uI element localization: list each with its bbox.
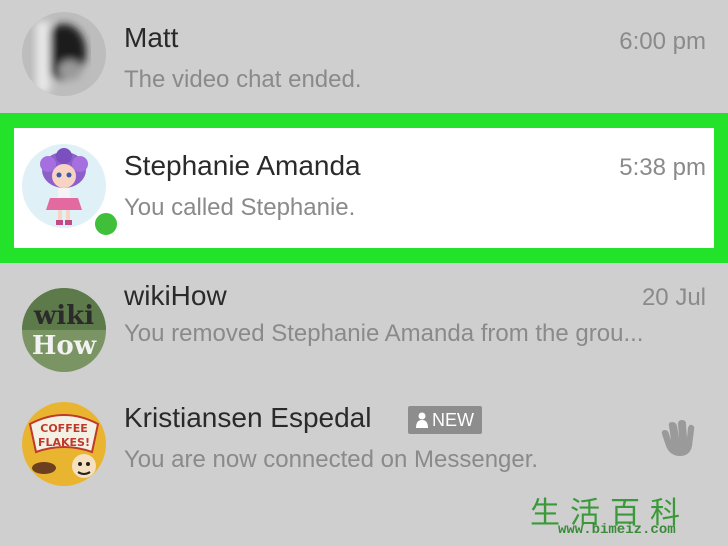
- contact-name: Stephanie Amanda: [124, 150, 361, 181]
- contact-name: wikiHow: [124, 280, 227, 311]
- message-preview: You called Stephanie.: [124, 194, 356, 221]
- wikihow-logo-wiki: wiki: [33, 301, 94, 331]
- timestamp: 6:00 pm: [619, 28, 706, 55]
- conversation-list: Matt The video chat ended. 6:00 pm Steph…: [0, 0, 728, 546]
- avatar: [22, 12, 106, 96]
- watermark-url: www.bimeiz.com: [558, 522, 676, 538]
- new-contact-badge: NEW: [408, 406, 482, 434]
- conversation-row-wikihow[interactable]: wiki How wikiHow You removed Stephanie A…: [0, 258, 728, 386]
- avatar: COFFEE FLAKES!: [22, 402, 106, 486]
- online-status-indicator: [92, 210, 120, 238]
- timestamp: 5:38 pm: [619, 154, 706, 181]
- conversation-row-matt[interactable]: Matt The video chat ended. 6:00 pm: [0, 0, 728, 116]
- badge-label: NEW: [432, 410, 474, 430]
- wave-hand-icon[interactable]: [656, 416, 700, 460]
- coffee-flakes-avatar-icon: COFFEE FLAKES!: [22, 402, 106, 486]
- blurred-person-avatar-icon: [22, 12, 106, 96]
- contact-name: Matt: [124, 22, 179, 53]
- avatar: wiki How: [22, 288, 106, 372]
- wikihow-logo-avatar-icon: wiki How: [22, 288, 106, 372]
- wikihow-logo-how: How: [32, 331, 97, 361]
- contact-name: Kristiansen Espedal: [124, 402, 372, 433]
- svg-text:COFFEE: COFFEE: [40, 422, 87, 435]
- svg-text:FLAKES!: FLAKES!: [38, 436, 90, 449]
- timestamp: 20 Jul: [641, 284, 706, 311]
- person-icon: [416, 412, 428, 428]
- message-preview: The video chat ended.: [124, 66, 362, 93]
- conversation-row-stephanie-amanda[interactable]: Stephanie Amanda You called Stephanie. 5…: [14, 128, 714, 248]
- message-preview: You removed Stephanie Amanda from the gr…: [124, 320, 644, 347]
- watermark: 生活百科 www.bimeiz.com: [528, 488, 718, 540]
- message-preview: You are now connected on Messenger.: [124, 446, 539, 473]
